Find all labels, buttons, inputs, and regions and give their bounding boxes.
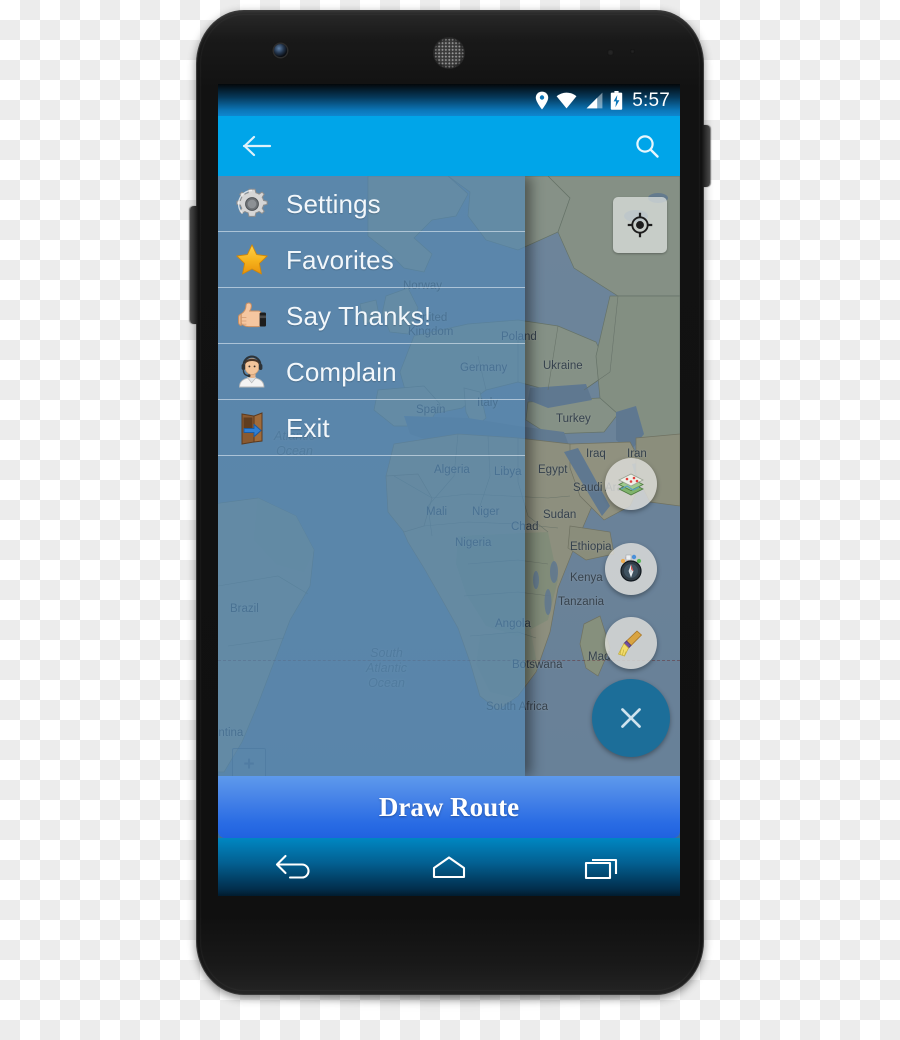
android-navigation-bar bbox=[218, 838, 680, 896]
home-icon bbox=[432, 856, 466, 879]
navigation-drawer: Settings Favorites Say Thanks! Complain … bbox=[218, 176, 525, 776]
my-location-button[interactable] bbox=[613, 197, 667, 253]
compass-fab[interactable] bbox=[605, 543, 657, 595]
close-fab[interactable] bbox=[592, 679, 670, 757]
battery-charging-icon bbox=[610, 90, 623, 110]
drawer-item-favorites[interactable]: Favorites bbox=[218, 232, 525, 288]
recents-nav-button[interactable] bbox=[560, 844, 646, 890]
draw-route-button[interactable]: Draw Route bbox=[218, 776, 680, 838]
drawer-item-label: Say Thanks! bbox=[286, 300, 432, 331]
back-arrow-icon[interactable] bbox=[242, 134, 272, 158]
map-layers-fab[interactable] bbox=[605, 458, 657, 510]
drawer-item-exit[interactable]: Exit bbox=[218, 400, 525, 456]
exit-door-icon bbox=[232, 408, 272, 448]
drawer-item-label: Complain bbox=[286, 356, 397, 387]
status-bar: 5:57 bbox=[218, 84, 680, 116]
my-location-crosshair-icon bbox=[627, 212, 653, 238]
drawer-item-label: Exit bbox=[286, 412, 330, 443]
close-x-icon bbox=[621, 708, 641, 728]
drawer-item-complain[interactable]: Complain bbox=[218, 344, 525, 400]
drawer-item-settings[interactable]: Settings bbox=[218, 176, 525, 232]
proximity-sensor-icon bbox=[607, 49, 614, 56]
draw-route-label: Draw Route bbox=[378, 791, 520, 822]
gear-icon bbox=[232, 184, 272, 224]
search-icon[interactable] bbox=[634, 133, 660, 159]
compass-icon bbox=[620, 554, 642, 582]
volume-rocker-button[interactable] bbox=[190, 206, 198, 324]
location-pin-icon bbox=[535, 91, 549, 110]
device-screen: NorwayUnitedKingdomPolandGermanyUkraineI… bbox=[218, 84, 680, 896]
drawer-item-label: Settings bbox=[286, 188, 381, 219]
recents-icon bbox=[584, 858, 618, 880]
status-bar-clock: 5:57 bbox=[632, 89, 670, 111]
home-nav-button[interactable] bbox=[406, 844, 492, 890]
earpiece-speaker-grille-icon bbox=[434, 38, 464, 68]
app-bar bbox=[218, 116, 680, 176]
ambient-light-sensor-icon bbox=[630, 49, 635, 54]
power-button[interactable] bbox=[702, 125, 710, 187]
support-agent-icon bbox=[232, 352, 272, 392]
clear-fab[interactable] bbox=[605, 617, 657, 669]
thumbs-up-icon bbox=[232, 296, 272, 336]
map-layers-icon bbox=[618, 473, 644, 496]
signal-bars-icon bbox=[584, 92, 603, 109]
drawer-item-say-thanks[interactable]: Say Thanks! bbox=[218, 288, 525, 344]
front-camera-icon bbox=[274, 44, 287, 57]
drawer-item-label: Favorites bbox=[286, 244, 394, 275]
back-arrow-icon bbox=[275, 854, 310, 879]
star-icon bbox=[232, 240, 272, 280]
wifi-icon bbox=[556, 92, 577, 109]
broom-icon bbox=[617, 630, 643, 657]
back-nav-button[interactable] bbox=[252, 844, 338, 890]
